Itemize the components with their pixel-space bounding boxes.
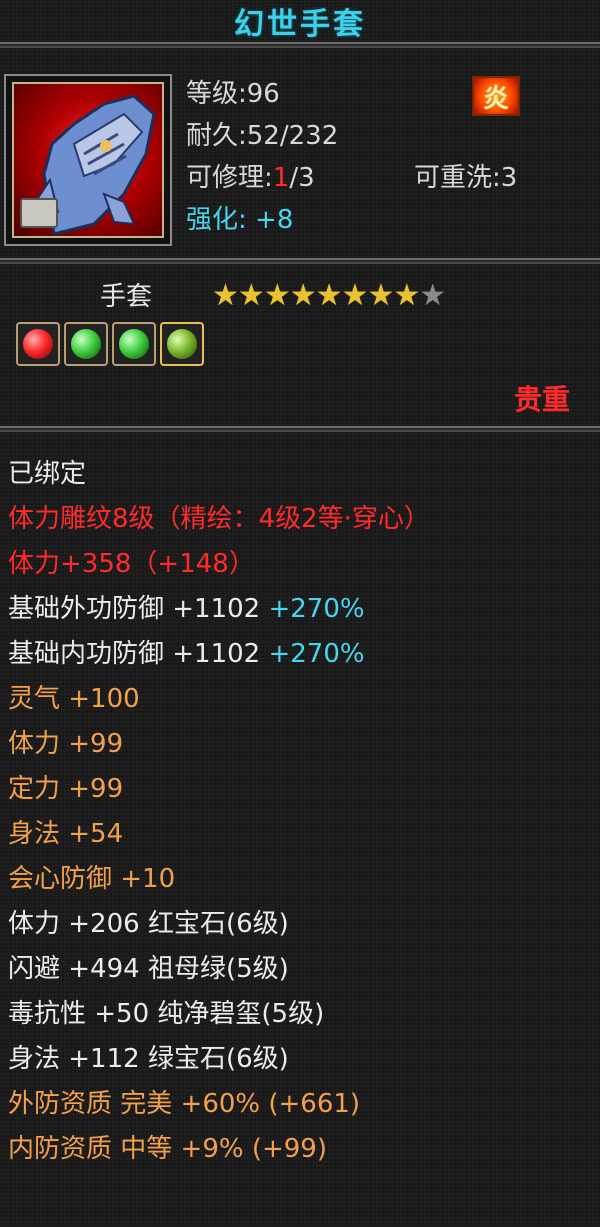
item-type: 手套 [100,282,153,312]
gem-slot[interactable] [64,322,108,366]
attribute-line: 定力 +99 [8,774,124,804]
green-gem-icon [71,329,101,359]
star-icon: ★ [212,278,239,313]
bound-status: 已绑定 [8,459,87,489]
star-rating: ★★★★★★★★★ [212,278,446,313]
attribute-line: 基础内功防御 +1102 +270% [8,639,365,669]
red-gem-icon [23,329,53,359]
gem-socket-row [16,322,204,366]
gem-slot[interactable] [160,322,204,366]
attribute-line: 身法 +54 [8,819,124,849]
bind-lock-icon [20,198,58,228]
aptitude-line: 内防资质 中等 +9% (+99) [8,1134,327,1164]
item-name-title: 幻世手套 [234,7,366,42]
title-divider [0,42,600,48]
star-icon: ★ [393,278,420,313]
item-repair: 可修理:1/3 [186,163,315,193]
emerald-gem-icon [167,329,197,359]
attribute-line: 体力 +99 [8,729,124,759]
attributes-divider [0,426,600,432]
gauntlet-icon [12,82,164,238]
attribute-line: 体力+358（+148） [8,549,255,579]
header-divider [0,258,600,264]
star-icon: ★ [367,278,394,313]
star-icon: ★ [289,278,317,313]
star-icon: ★ [237,278,265,313]
item-level: 等级:96 [186,79,280,109]
aptitude-line: 外防资质 完美 +60% (+661) [8,1089,361,1119]
star-icon: ★ [341,278,369,313]
item-rewash: 可重洗:3 [414,163,518,193]
attribute-line: 体力雕纹8级（精绘：4级2等·穿心） [8,504,430,534]
attribute-line: 灵气 +100 [8,684,140,714]
item-icon-frame[interactable] [4,74,172,246]
star-icon: ★ [263,278,291,313]
fire-quality-icon: 炎 [472,76,520,116]
gem-attribute-line: 闪避 +494 祖母绿(5级) [8,954,289,984]
item-durability: 耐久:52/232 [186,121,339,151]
star-icon: ★ [315,278,343,313]
gem-slot[interactable] [112,322,156,366]
gem-attribute-line: 身法 +112 绿宝石(6级) [8,1044,289,1074]
gem-attribute-line: 体力 +206 红宝石(6级) [8,909,289,939]
gem-slot[interactable] [16,322,60,366]
attribute-line: 会心防御 +10 [8,864,176,894]
green-gem-icon [119,329,149,359]
star-empty-icon: ★ [419,278,446,313]
gem-attribute-line: 毒抗性 +50 纯净碧玺(5级) [8,999,325,1029]
item-enhance: 强化: +8 [186,205,294,235]
attribute-line: 基础外功防御 +1102 +270% [8,594,365,624]
rarity-label: 贵重 [513,383,570,416]
